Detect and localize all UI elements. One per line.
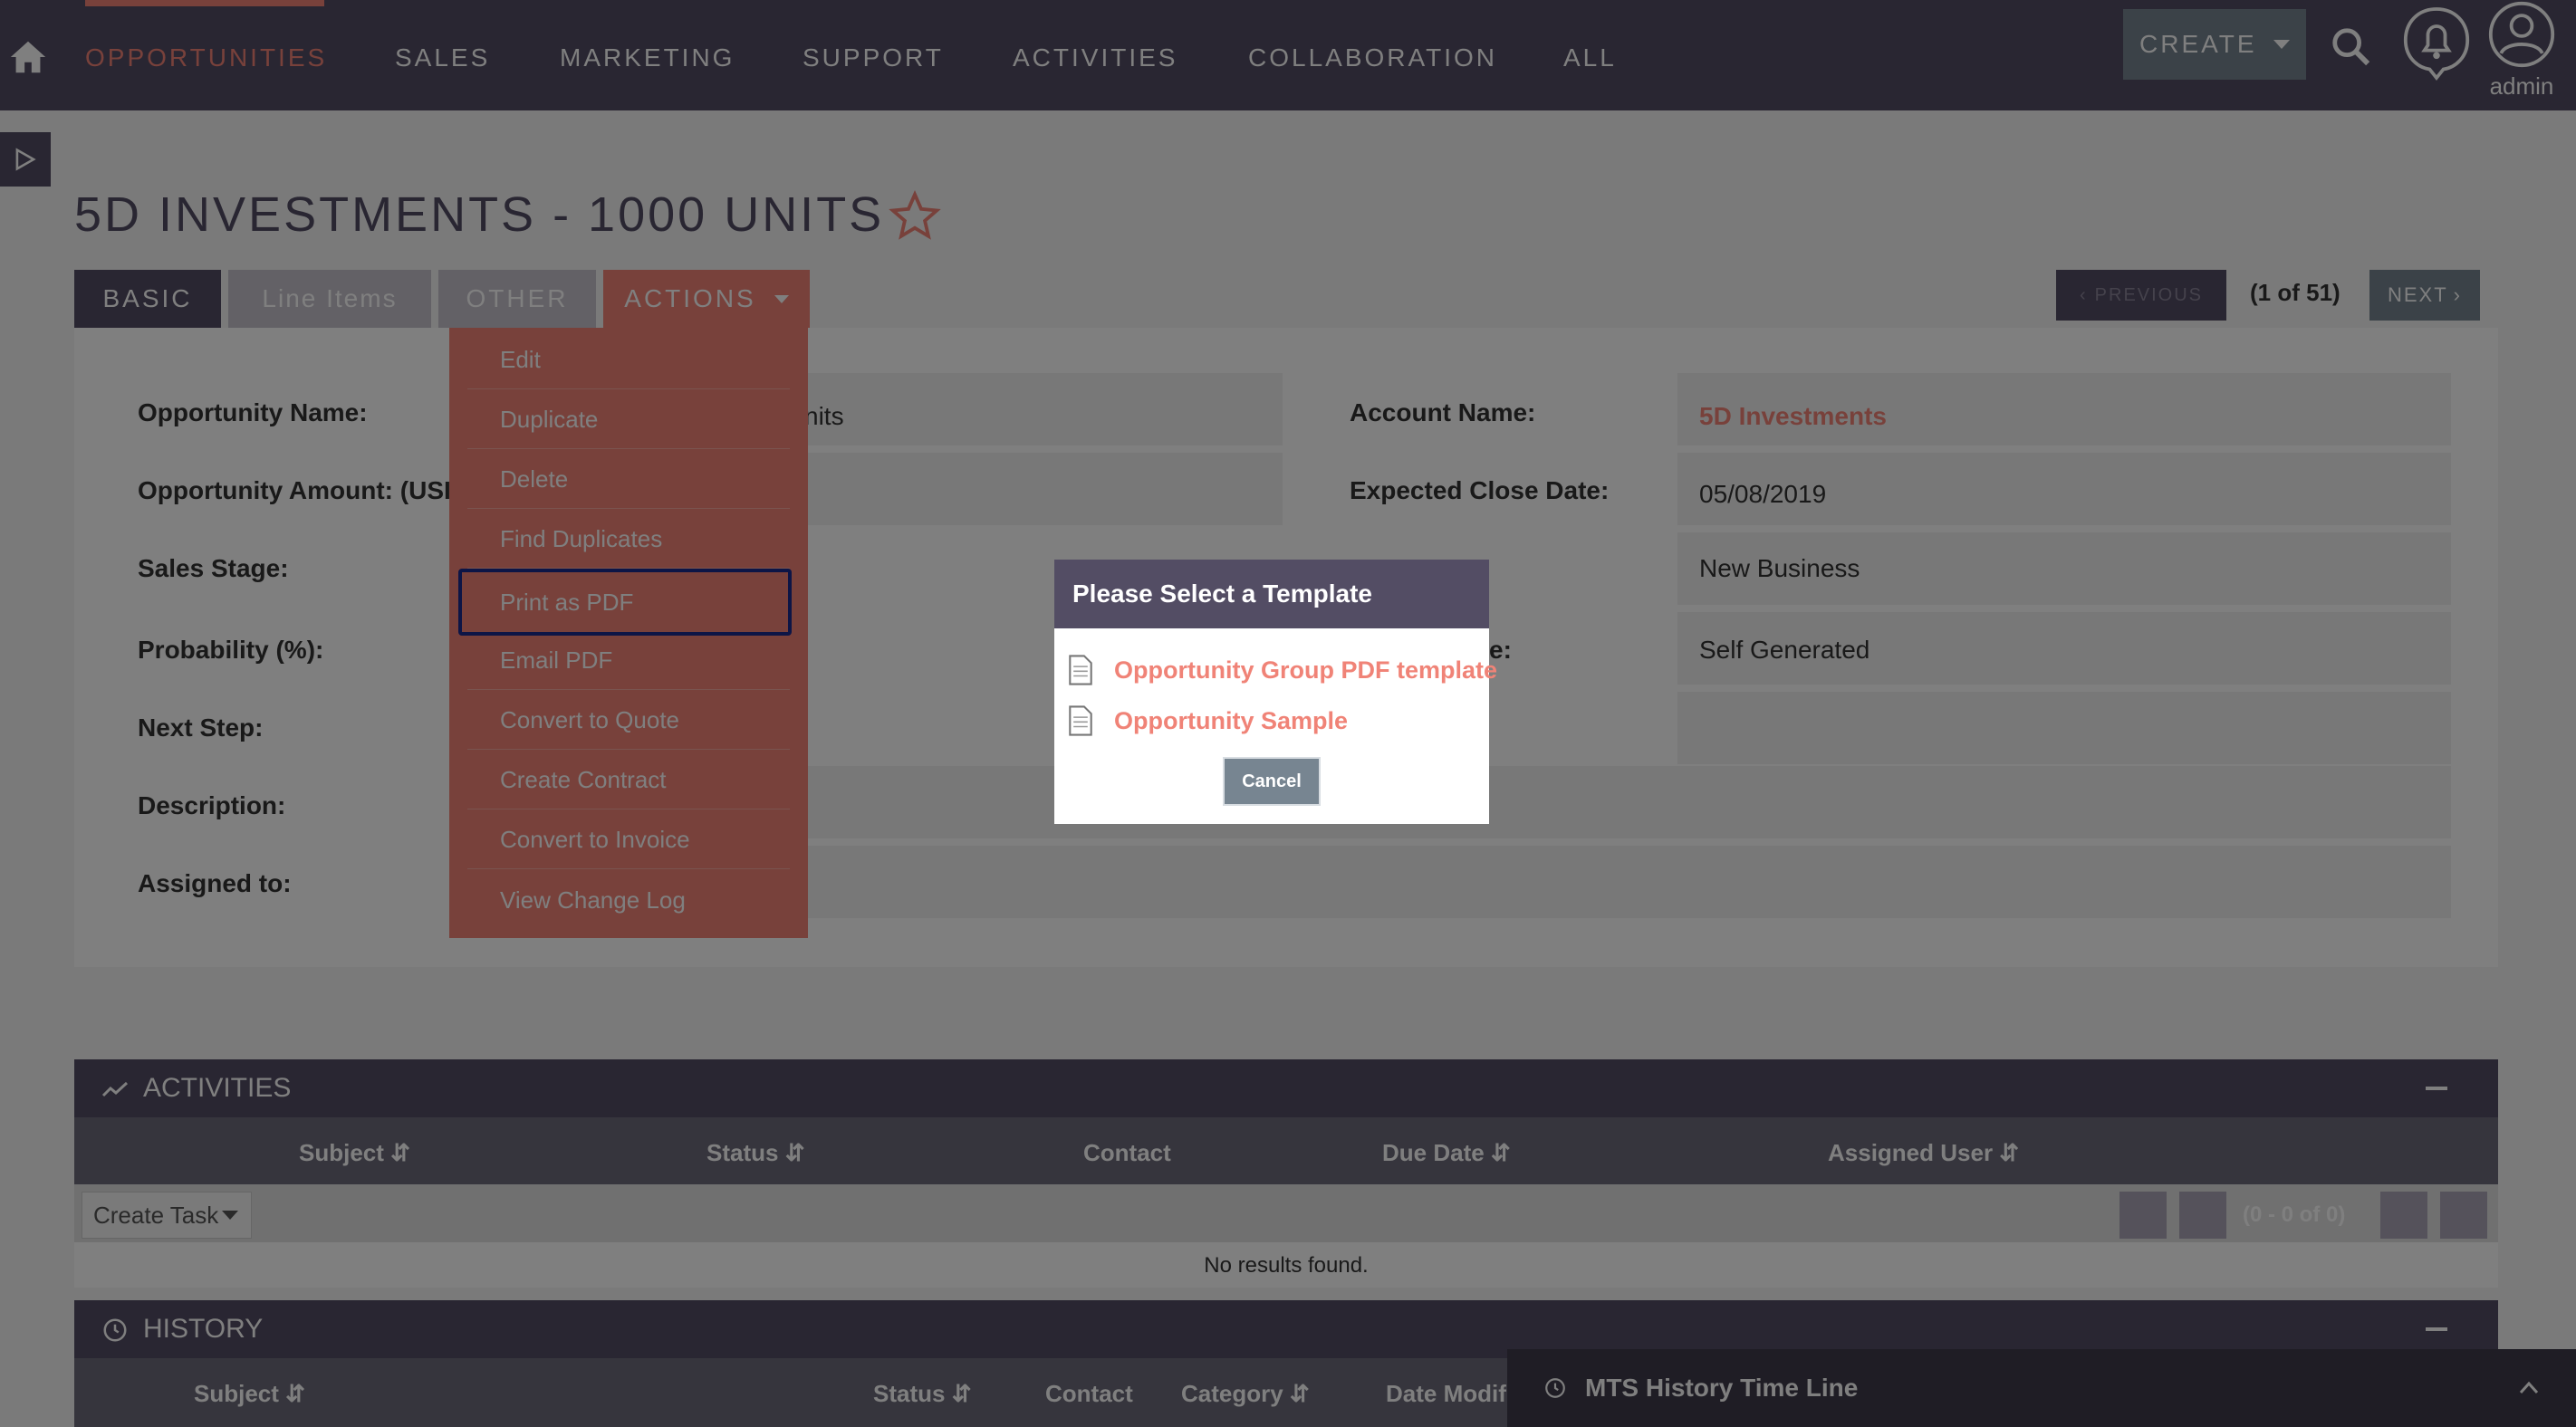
select-template-dialog: Please Select a Template Opportunity Gro…: [1054, 560, 1497, 824]
template-link-opportunity-group-pdf[interactable]: Opportunity Group PDF template: [1114, 656, 1497, 685]
template-link-opportunity-sample[interactable]: Opportunity Sample: [1114, 707, 1348, 735]
template-row: Opportunity Sample: [1069, 703, 1348, 739]
cancel-button[interactable]: Cancel: [1223, 757, 1321, 806]
dialog-title: Please Select a Template: [1054, 560, 1489, 628]
template-row: Opportunity Group PDF template: [1069, 652, 1497, 688]
document-icon: [1069, 705, 1092, 736]
document-icon: [1069, 655, 1092, 685]
